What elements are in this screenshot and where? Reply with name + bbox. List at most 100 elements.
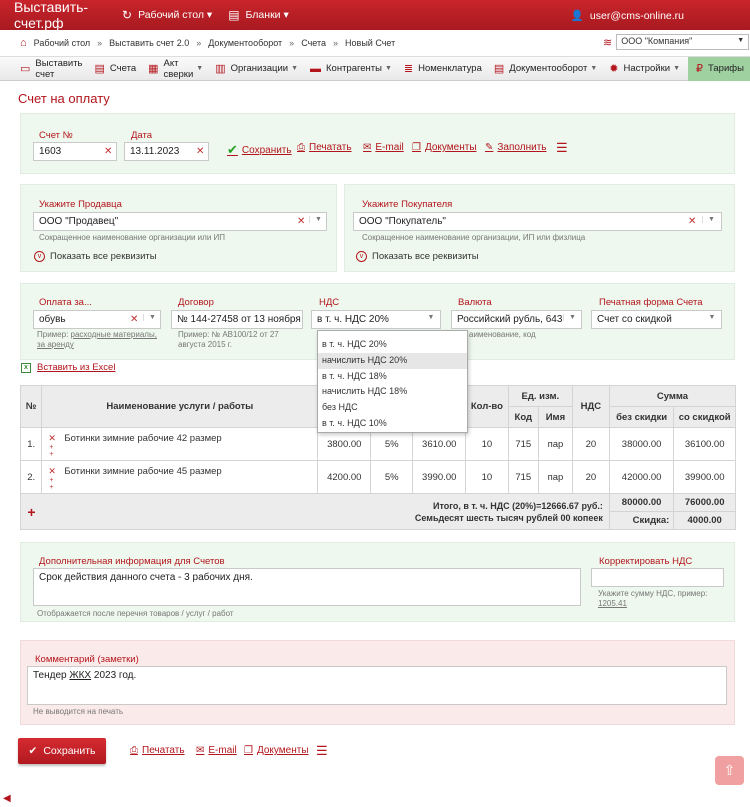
discount-label: Скидка: xyxy=(608,511,675,530)
import-excel-link[interactable]: Вставить из Excel xyxy=(37,362,115,373)
top-bar: Выставить-счет.рф ↻ Рабочий стол ▾ ▤ Бланк… xyxy=(0,0,750,31)
row-qty[interactable]: 10 xyxy=(465,460,509,494)
crumb-docflow[interactable]: Документооборот xyxy=(208,38,282,48)
chevron-down-icon[interactable]: ▼ xyxy=(143,314,161,321)
row-unit[interactable]: пар xyxy=(537,460,573,494)
vat-option[interactable]: без НДС xyxy=(318,400,467,416)
comment-textarea[interactable]: Тендер ЖКХ 2023 год. xyxy=(27,666,727,705)
col-num: № xyxy=(19,385,43,428)
chevron-down-icon[interactable]: ▼ xyxy=(702,216,720,223)
row-unit[interactable]: пар xyxy=(537,427,573,461)
seller-input[interactable]: ООО "Продавец" xyxy=(33,212,327,231)
list-menu-icon[interactable]: ☰ xyxy=(556,140,568,156)
bottom-print-link[interactable]: ⎙ Печатать xyxy=(130,745,185,756)
user-menu[interactable]: 👤 user@cms-online.ru xyxy=(571,9,684,23)
clear-icon[interactable]: ✕ xyxy=(688,216,696,227)
row-discount[interactable]: 5% xyxy=(370,460,414,494)
col-name: Наименование услуги / работы xyxy=(41,385,319,428)
row-code[interactable]: 715 xyxy=(507,460,539,494)
row-sum-disc: 39900.00 xyxy=(673,460,736,494)
bottom-docs-link[interactable]: ❐ Документы xyxy=(244,745,309,756)
extra-info-textarea[interactable]: Срок действия данного счета - 3 рабочих … xyxy=(33,568,581,606)
print-link-label: Печатать xyxy=(309,142,352,153)
nav-forms[interactable]: ▤ Бланки ▾ xyxy=(228,8,289,22)
fill-link[interactable]: ✎ Заполнить xyxy=(485,142,546,153)
row-price[interactable]: 4200.00 xyxy=(317,460,372,494)
megaphone-icon[interactable]: ◀ xyxy=(3,793,11,804)
brand-logo[interactable]: Выставить-счет.рф xyxy=(14,0,122,31)
scroll-top-button[interactable]: ⇧ xyxy=(715,756,744,785)
delete-row-icon[interactable]: ✕ xyxy=(48,466,56,477)
chevron-circle-icon: v xyxy=(356,251,367,262)
menu-create-invoice[interactable]: ▭ Выставить счет xyxy=(20,57,83,81)
contract-input[interactable]: № 144-27458 от 13 ноября xyxy=(171,310,303,329)
totals-text: Итого, в т. ч. НДС (20%)=12666.67 руб.: С… xyxy=(41,493,610,530)
home-icon[interactable]: ⌂ xyxy=(20,37,27,49)
row-name[interactable]: ✕ + + Ботинки зимние рабочие 45 размер xyxy=(41,460,319,494)
total-sum: 80000.00 xyxy=(608,493,675,512)
main-menu: ▭ Выставить счет ▤ Счета ▦ Акт сверки ▼ ▥ Орг… xyxy=(0,56,750,81)
add-row-button[interactable]: + xyxy=(19,493,42,530)
documents-icon: ❐ xyxy=(244,745,253,756)
vat-option[interactable]: в т. ч. НДС 10% xyxy=(318,416,467,432)
company-select[interactable]: ООО "Компания" ▼ xyxy=(616,34,750,50)
delete-row-icon[interactable]: ✕ xyxy=(48,433,56,444)
chevron-down-icon[interactable]: ▼ xyxy=(309,216,327,223)
chevron-down-icon[interactable]: ▼ xyxy=(703,314,721,321)
row-qty[interactable]: 10 xyxy=(465,427,509,461)
clear-icon[interactable]: ✕ xyxy=(104,146,112,157)
payment-input[interactable]: обувь xyxy=(33,310,161,329)
buyer-hint: Сокращенное наименование организации, ИП… xyxy=(362,233,586,242)
row-sum-disc: 36100.00 xyxy=(673,427,736,461)
email-link[interactable]: ✉ E-mail xyxy=(363,142,404,153)
clear-icon[interactable]: ✕ xyxy=(130,314,138,325)
menu-nomenclature[interactable]: ≣ Номенклатура xyxy=(404,57,482,81)
list-menu-icon[interactable]: ☰ xyxy=(316,743,328,759)
documents-link[interactable]: ❐ Документы xyxy=(412,142,477,153)
move-row-icon[interactable]: + + xyxy=(49,477,53,491)
row-code[interactable]: 715 xyxy=(507,427,539,461)
nav-desk[interactable]: ↻ Рабочий стол ▾ xyxy=(122,8,212,22)
menu-label: Номенклатура xyxy=(418,63,482,74)
save-button[interactable]: ✔ Сохранить xyxy=(18,738,106,764)
save-link[interactable]: ✔ Сохранить xyxy=(227,142,292,158)
menu-tariffs[interactable]: ₽ Тарифы xyxy=(688,56,750,81)
clear-icon[interactable]: ✕ xyxy=(297,216,305,227)
menu-organizations[interactable]: ▥ Организации ▼ xyxy=(215,57,298,81)
print-link[interactable]: ⎙ Печатать xyxy=(297,142,352,153)
buyer-input[interactable]: ООО "Покупатель" xyxy=(353,212,722,231)
row-vat[interactable]: 20 xyxy=(571,427,610,461)
menu-reconciliation[interactable]: ▦ Акт сверки ▼ xyxy=(148,57,203,81)
date-label: Дата xyxy=(131,130,153,141)
row-name-text: Ботинки зимние рабочие 45 размер xyxy=(64,466,222,477)
vat-fix-input[interactable] xyxy=(591,568,724,587)
vat-option[interactable]: начислить НДС 18% xyxy=(318,384,467,400)
clear-icon[interactable]: ✕ xyxy=(196,146,204,157)
menu-settings[interactable]: ✹ Настройки ▼ xyxy=(609,57,680,81)
contractors-icon: ▬ xyxy=(310,62,321,75)
row-name[interactable]: ✕ + + Ботинки зимние рабочие 42 размер xyxy=(41,427,319,461)
vat-fix-hint-example[interactable]: 1205.41 xyxy=(598,599,627,608)
row-vat[interactable]: 20 xyxy=(571,460,610,494)
excel-icon: x xyxy=(21,363,31,373)
printer-icon: ⎙ xyxy=(297,142,305,153)
chevron-down-icon[interactable]: ▼ xyxy=(422,314,440,321)
money-bag-icon: ₽ xyxy=(696,63,704,75)
menu-invoices[interactable]: ▤ Счета xyxy=(95,57,137,81)
crumb-invoices[interactable]: Счета xyxy=(301,38,326,48)
menu-contractors[interactable]: ▬ Контрагенты ▼ xyxy=(310,57,392,81)
move-row-icon[interactable]: + + xyxy=(49,444,53,458)
menu-label: Выставить счет xyxy=(35,57,83,80)
row-price-disc[interactable]: 3990.00 xyxy=(412,460,467,494)
bottom-email-link[interactable]: ✉ E-mail xyxy=(196,745,237,756)
seller-show-all[interactable]: v Показать все реквизиты xyxy=(34,251,157,262)
buyer-show-all[interactable]: v Показать все реквизиты xyxy=(356,251,479,262)
row-sum: 38000.00 xyxy=(608,427,675,461)
vat-option[interactable]: в т. ч. НДС 18% xyxy=(318,369,467,385)
vat-option[interactable]: в т. ч. НДС 20% xyxy=(318,337,467,353)
crumb-invoice2[interactable]: Выставить счет 2.0 xyxy=(109,38,189,48)
menu-docflow[interactable]: ▤ Документооборот ▼ xyxy=(494,57,597,81)
vat-option[interactable]: начислить НДС 20% xyxy=(318,352,467,369)
crumb-desk[interactable]: Рабочий стол xyxy=(34,38,91,48)
chevron-down-icon[interactable]: ▼ xyxy=(563,314,581,321)
